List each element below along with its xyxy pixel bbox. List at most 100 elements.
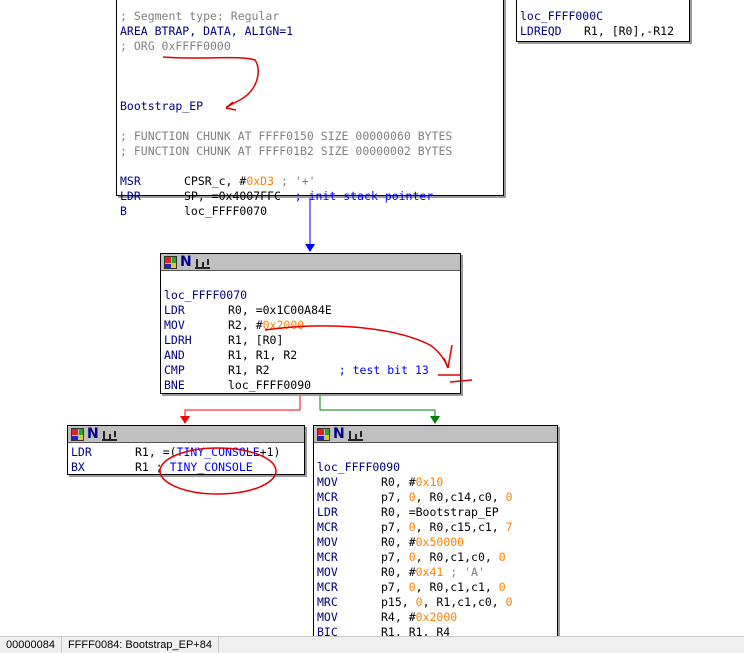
operand: loc_FFFF0070 [184,204,268,218]
comment-line[interactable]: ; Segment type: Regular [120,9,500,24]
color-palette-icon[interactable] [164,255,177,269]
immediate-value: 0 [498,550,506,564]
instruction-line[interactable]: MCR p7, 0, R0,c1,c0, 0 [317,550,554,565]
color-palette-icon[interactable] [317,427,330,441]
symbol-ref[interactable]: TINY_CONSOLE [170,460,253,474]
blank-line[interactable] [120,69,500,84]
instruction-line[interactable]: MOV R4, #0x2000 [317,610,554,625]
mnemonic[interactable]: MCR [317,520,381,535]
operand: R2, # [228,318,263,332]
instruction-line[interactable]: MCR p7, 0, R0,c1,c1, 0 [317,580,554,595]
node-tiny-console[interactable]: N LDR R1, =(TINY_CONSOLE+1) BX R1 ; TINY_CO… [67,425,305,475]
instruction-line[interactable]: LDREQD R1, [R0],-R12 [520,24,686,39]
mnemonic[interactable]: MCR [317,580,381,595]
blank-line[interactable] [317,445,554,460]
operand: SP, =0x4007FFC [184,189,281,203]
mnemonic[interactable]: BNE [164,378,228,393]
graph-overview-icon[interactable] [194,256,210,269]
mnemonic[interactable]: MOV [164,318,228,333]
mnemonic[interactable]: MRC [317,595,381,610]
blank-line[interactable] [120,114,500,129]
mnemonic[interactable]: LDR [317,505,381,520]
mnemonic[interactable]: MOV [317,535,381,550]
n-mode-icon[interactable]: N [180,255,192,269]
symbol-ref[interactable]: TINY_CONSOLE [177,445,260,459]
mnemonic[interactable]: MSR [120,174,184,189]
label-line[interactable]: loc_FFFF000C [520,9,686,24]
instruction-line[interactable]: MRC p15, 0, R1,c1,c0, 0 [317,595,554,610]
operand: , R0,c1,c0, [415,550,499,564]
immediate-value: 0 [408,520,416,534]
comment-line[interactable]: ; FUNCTION CHUNK AT FFFF01B2 SIZE 000000… [120,144,500,159]
operand: R0, =0x1C00A84E [228,303,332,317]
n-mode-icon[interactable]: N [87,427,99,441]
mnemonic[interactable]: MCR [317,550,381,565]
comment-line[interactable]: ; FUNCTION CHUNK AT FFFF0150 SIZE 000000… [120,129,500,144]
n-mode-icon[interactable]: N [333,427,345,441]
graph-view[interactable]: ; Segment type: Regular AREA BTRAP, DATA,… [0,0,744,636]
operand: p7, [381,580,409,594]
instruction-line[interactable]: MCR p7, 0, R0,c15,c1, 7 [317,520,554,535]
operand: R1, R1, R2 [228,348,298,362]
instruction-line[interactable]: CMP R1, R2 ; test bit 13 [164,363,457,378]
immediate-value: 0 [408,550,416,564]
instruction-line[interactable]: LDR R1, =(TINY_CONSOLE+1) [71,445,301,460]
mnemonic[interactable]: LDREQD [520,24,584,39]
graph-overview-icon[interactable] [101,428,117,441]
blank-line[interactable] [120,84,500,99]
instruction-line[interactable]: MOV R0, #0x41 ; 'A' [317,565,554,580]
mnemonic[interactable]: B [120,204,184,219]
comment: ; init stack pointer [280,189,434,203]
comment: ; 'A' [443,565,485,579]
instruction-line[interactable]: BIC R1, R1, R4 [317,625,554,636]
operand: , R0,c15,c1, [415,520,506,534]
label-line[interactable]: loc_FFFF0070 [164,288,457,303]
mnemonic[interactable]: LDRH [164,333,228,348]
instruction-line[interactable]: LDRH R1, [R0] [164,333,457,348]
instruction-line[interactable]: BNE loc_FFFF0090 [164,378,457,393]
operand: p7, [381,550,409,564]
color-palette-icon[interactable] [71,427,84,441]
mnemonic[interactable]: LDR [164,303,228,318]
mnemonic[interactable]: MOV [317,565,381,580]
operand: p7, [381,520,409,534]
operand: R1, =( [135,445,177,459]
graph-overview-icon[interactable] [347,428,363,441]
instruction-line[interactable]: MOV R0, #0x50000 [317,535,554,550]
mnemonic[interactable]: LDR [120,189,184,204]
node-entry-bootstrap[interactable]: ; Segment type: Regular AREA BTRAP, DATA,… [116,0,504,218]
instruction-line[interactable]: AND R1, R1, R2 [164,348,457,363]
operand: p7, [381,490,409,504]
blank-line[interactable] [164,273,457,288]
instruction-line[interactable]: MCR p7, 0, R0,c14,c0, 0 [317,490,554,505]
instruction-line[interactable]: LDR R0, =0x1C00A84E [164,303,457,318]
mnemonic[interactable]: MCR [317,490,381,505]
instruction-line[interactable]: MOV R2, #0x2000 [164,318,457,333]
label-line[interactable]: Bootstrap_EP [120,99,500,114]
node-loc-ffff0070[interactable]: N loc_FFFF0070 LDR R0, =0x1C00A84E MOV R2, #… [160,253,461,394]
node-loc-ffff0090[interactable]: N loc_FFFF0090 MOV R0, #0x10 MCR p7, 0, R0,c… [313,425,558,636]
instruction-line[interactable]: BX R1 ; TINY_CONSOLE [71,460,301,475]
instruction-line[interactable]: MSR CPSR_c, #0xD3 ; '+' [120,174,500,189]
blank-line[interactable] [120,54,500,69]
operand: loc_FFFF0090 [228,378,312,392]
mnemonic[interactable]: AND [164,348,228,363]
mnemonic[interactable]: MOV [317,610,381,625]
mnemonic[interactable]: BIC [317,625,381,636]
instruction-line[interactable]: Bloc_FFFF0070 [120,204,500,219]
label-line[interactable]: AREA BTRAP, DATA, ALIGN=1 [120,24,500,39]
edge-flow-arrow [305,244,315,252]
edge-true-arrow [430,416,440,424]
node-loc-ffff000c[interactable]: loc_FFFF000C LDREQD R1, [R0],-R12 [516,0,690,42]
instruction-line[interactable]: LDR SP, =0x4007FFC ; init stack pointer [120,189,500,204]
node-header: N [68,426,304,443]
mnemonic[interactable]: MOV [317,475,381,490]
mnemonic[interactable]: CMP [164,363,228,378]
instruction-line[interactable]: LDR R0, =Bootstrap_EP [317,505,554,520]
label-line[interactable]: loc_FFFF0090 [317,460,554,475]
blank-line[interactable] [120,159,500,174]
mnemonic[interactable]: LDR [71,445,135,460]
comment-line[interactable]: ; ORG 0xFFFF0000 [120,39,500,54]
instruction-line[interactable]: MOV R0, #0x10 [317,475,554,490]
mnemonic[interactable]: BX [71,460,135,475]
